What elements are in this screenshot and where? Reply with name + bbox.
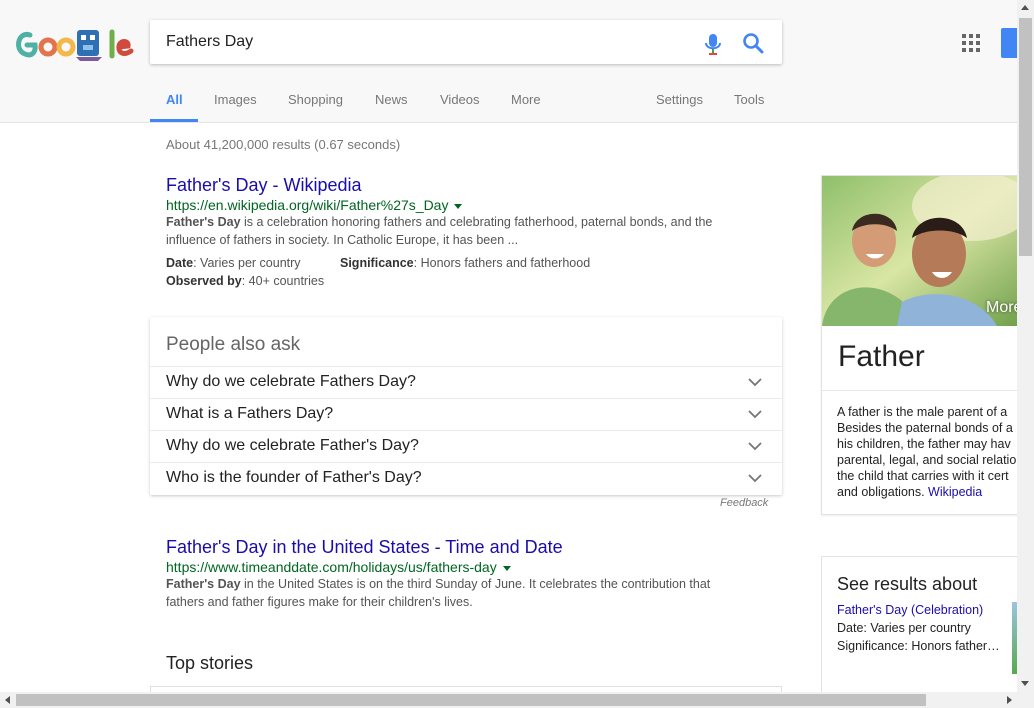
result-url-timeanddate: https://www.timeanddate.com/holidays/us/… bbox=[166, 559, 511, 575]
url-options-caret-icon[interactable] bbox=[454, 203, 463, 209]
url-options-caret-icon[interactable] bbox=[502, 565, 511, 571]
kp-description-line: A father is the male parent of a bbox=[837, 405, 1008, 419]
horizontal-scrollbar[interactable] bbox=[0, 692, 1034, 708]
paa-question-row[interactable]: What is a Fathers Day? bbox=[150, 398, 782, 430]
search-input[interactable] bbox=[166, 20, 686, 64]
paa-question-text: What is a Fathers Day? bbox=[166, 405, 334, 422]
tab-shopping[interactable]: Shopping bbox=[288, 92, 343, 107]
tab-all[interactable]: All bbox=[166, 92, 183, 107]
vertical-scrollbar[interactable] bbox=[1017, 0, 1034, 692]
knowledge-panel: More Father A father is the male parent … bbox=[821, 175, 1021, 515]
people-also-ask-heading: People also ask bbox=[166, 334, 301, 355]
tab-videos[interactable]: Videos bbox=[440, 92, 480, 107]
knowledge-panel-title: Father bbox=[838, 340, 925, 373]
kp-description-line: his children, the father may hav bbox=[837, 437, 1011, 451]
tab-tools[interactable]: Tools bbox=[734, 92, 764, 107]
scroll-left-arrow-icon[interactable] bbox=[5, 696, 10, 704]
result-url-text: https://www.timeanddate.com/holidays/us/… bbox=[166, 559, 497, 575]
search-icon[interactable] bbox=[740, 30, 766, 56]
kp-description-line: and obligations. Wikipedia bbox=[837, 485, 982, 499]
result-snippet-wikipedia: Father's Day is a celebration honoring f… bbox=[166, 213, 766, 249]
see-results-fact: Significance: Honors father… bbox=[837, 639, 1000, 653]
fact-date: Date: Varies per country bbox=[166, 256, 301, 270]
scroll-up-arrow-icon[interactable] bbox=[1021, 5, 1029, 10]
snippet-bold-term: Father's Day bbox=[166, 577, 241, 591]
result-title-wikipedia[interactable]: Father's Day - Wikipedia bbox=[166, 175, 362, 196]
tab-images[interactable]: Images bbox=[214, 92, 257, 107]
see-results-link[interactable]: Father's Day (Celebration) bbox=[837, 603, 983, 617]
result-url-wikipedia: https://en.wikipedia.org/wiki/Father%27s… bbox=[166, 197, 463, 213]
kp-description-line: the child that carries with it cert bbox=[837, 469, 1009, 483]
chevron-down-icon[interactable] bbox=[748, 473, 762, 483]
fact-value: : 40+ countries bbox=[241, 274, 325, 288]
chevron-down-icon[interactable] bbox=[748, 377, 762, 387]
snippet-text-line2: fathers and father figures make for thei… bbox=[166, 595, 473, 609]
scroll-down-arrow-icon[interactable] bbox=[1021, 681, 1029, 686]
paa-question-text: Why do we celebrate Father's Day? bbox=[166, 437, 419, 454]
people-also-ask-card: People also ask Why do we celebrate Fath… bbox=[150, 317, 782, 495]
tab-more[interactable]: More bbox=[511, 92, 541, 107]
fact-observed-by: Observed by: 40+ countries bbox=[166, 274, 324, 288]
active-tab-indicator bbox=[150, 119, 198, 122]
paa-question-row[interactable]: Who is the founder of Father's Day? bbox=[150, 462, 782, 494]
fact-value: : Honors fathers and fatherhood bbox=[413, 256, 591, 270]
chevron-down-icon[interactable] bbox=[748, 409, 762, 419]
kp-description-line: Besides the paternal bonds of a bbox=[837, 421, 1013, 435]
kp-description-line: parental, legal, and social relatio bbox=[837, 453, 1017, 467]
paa-question-row[interactable]: Why do we celebrate Father's Day? bbox=[150, 430, 782, 462]
search-box[interactable] bbox=[150, 20, 782, 64]
fact-significance: Significance: Honors fathers and fatherh… bbox=[340, 256, 590, 270]
wikipedia-source-link[interactable]: Wikipedia bbox=[928, 485, 982, 499]
chevron-down-icon[interactable] bbox=[748, 441, 762, 451]
snippet-bold-term: Father's Day bbox=[166, 215, 241, 229]
horizontal-scrollbar-thumb[interactable] bbox=[16, 694, 926, 706]
fact-label: Significance bbox=[340, 256, 414, 270]
see-results-fact: Date: Varies per country bbox=[837, 621, 971, 635]
tab-news[interactable]: News bbox=[375, 92, 408, 107]
vertical-scrollbar-thumb[interactable] bbox=[1019, 18, 1032, 256]
mic-icon[interactable] bbox=[700, 31, 726, 57]
kp-description-text: and obligations. bbox=[837, 485, 929, 499]
result-snippet-timeanddate: Father's Day in the United States is on … bbox=[166, 575, 766, 611]
header: All Images Shopping News Videos More Set… bbox=[0, 0, 1034, 123]
result-stats: About 41,200,000 results (0.67 seconds) bbox=[166, 137, 401, 152]
result-url-text: https://en.wikipedia.org/wiki/Father%27s… bbox=[166, 197, 449, 213]
see-results-heading: See results about bbox=[837, 574, 978, 594]
divider bbox=[822, 390, 1021, 391]
more-images-link[interactable]: More bbox=[986, 299, 1021, 317]
result-title-timeanddate[interactable]: Father's Day in the United States - Time… bbox=[166, 537, 563, 558]
see-results-card: See results about Father's Day (Celebrat… bbox=[821, 556, 1021, 696]
google-doodle-logo[interactable] bbox=[12, 26, 134, 62]
snippet-text: in the United States is on the third Sun… bbox=[240, 577, 711, 591]
feedback-link[interactable]: Feedback bbox=[720, 497, 768, 509]
apps-grid-icon[interactable] bbox=[962, 34, 980, 52]
fact-label: Date bbox=[166, 256, 194, 270]
fact-value: : Varies per country bbox=[193, 256, 301, 270]
scroll-right-arrow-icon[interactable] bbox=[1007, 696, 1012, 704]
paa-question-text: Who is the founder of Father's Day? bbox=[166, 469, 422, 486]
top-stories-heading: Top stories bbox=[166, 653, 254, 673]
snippet-text: is a celebration honoring fathers and ce… bbox=[240, 215, 713, 229]
snippet-text-line2: influence of fathers in society. In Cath… bbox=[166, 233, 519, 247]
paa-question-text: Why do we celebrate Fathers Day? bbox=[166, 373, 416, 390]
fact-label: Observed by bbox=[166, 274, 242, 288]
paa-question-row[interactable]: Why do we celebrate Fathers Day? bbox=[150, 366, 782, 398]
tab-settings[interactable]: Settings bbox=[656, 92, 703, 107]
